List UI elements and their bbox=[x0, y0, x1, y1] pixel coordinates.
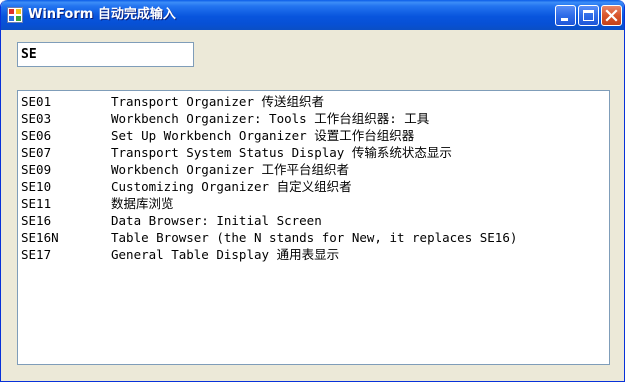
app-window: WinForm 自动完成输入 SE01 Transport Organizer 传… bbox=[0, 0, 625, 382]
autocomplete-input[interactable] bbox=[17, 42, 194, 67]
transaction-code: SE17 bbox=[21, 247, 52, 262]
transaction-code: SE07 bbox=[21, 145, 52, 160]
maximize-button[interactable] bbox=[578, 5, 599, 26]
close-button[interactable] bbox=[601, 5, 622, 26]
transaction-description: Transport Organizer 传送组织者 bbox=[111, 94, 325, 109]
minimize-icon bbox=[561, 18, 568, 21]
window-title: WinForm 自动完成输入 bbox=[28, 7, 176, 22]
transaction-description: Workbench Organizer: Tools 工作台组织器: 工具 bbox=[111, 111, 430, 126]
transaction-code: SE11 bbox=[21, 196, 52, 211]
title-bar[interactable]: WinForm 自动完成输入 bbox=[1, 0, 624, 30]
transaction-code: SE16 bbox=[21, 213, 52, 228]
transaction-description: Transport System Status Display 传输系统状态显示 bbox=[111, 145, 452, 160]
transaction-description: 数据库浏览 bbox=[111, 196, 174, 211]
transaction-code: SE09 bbox=[21, 162, 52, 177]
transaction-description: Customizing Organizer 自定义组织者 bbox=[111, 179, 352, 194]
transaction-description: General Table Display 通用表显示 bbox=[111, 247, 340, 262]
close-icon bbox=[605, 9, 618, 22]
transaction-code: SE06 bbox=[21, 128, 52, 143]
transaction-description: Set Up Workbench Organizer 设置工作台组织器 bbox=[111, 128, 415, 143]
transaction-code: SE16N bbox=[21, 230, 59, 245]
client-area: SE01 Transport Organizer 传送组织者 SE03 Workben… bbox=[4, 30, 621, 378]
transaction-code: SE10 bbox=[21, 179, 52, 194]
winform-app-icon[interactable] bbox=[7, 7, 23, 23]
transaction-description: Data Browser: Initial Screen bbox=[111, 213, 322, 228]
transaction-description: Workbench Organizer 工作平台组织者 bbox=[111, 162, 350, 177]
transaction-code: SE03 bbox=[21, 111, 52, 126]
minimize-button[interactable] bbox=[555, 5, 576, 26]
transaction-description: Table Browser (the N stands for New, it … bbox=[111, 230, 518, 245]
maximize-icon bbox=[583, 10, 594, 21]
suggestion-listbox[interactable]: SE01 Transport Organizer 传送组织者 SE03 Workben… bbox=[17, 90, 610, 365]
transaction-code: SE01 bbox=[21, 94, 52, 109]
